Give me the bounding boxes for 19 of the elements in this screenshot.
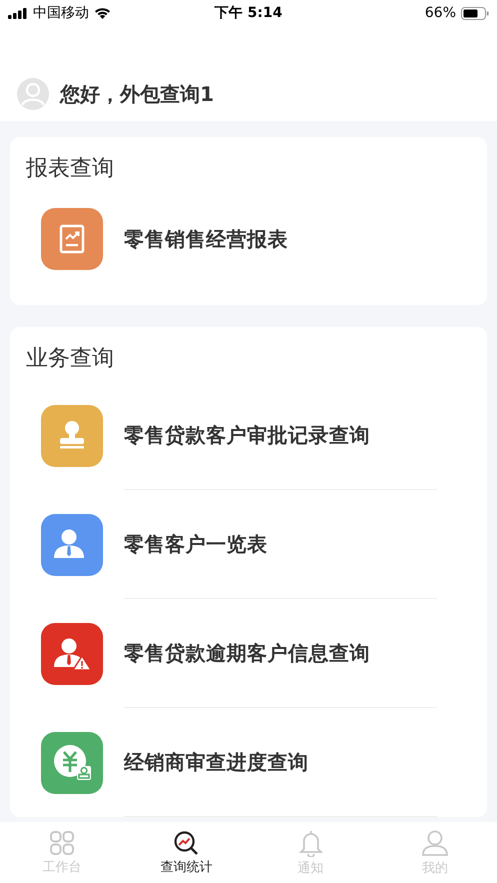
battery-percent: 66% [424, 5, 456, 21]
grid-icon [49, 830, 76, 856]
avatar-icon [16, 77, 50, 111]
bell-icon [298, 828, 324, 856]
section-title: 报表查询 [26, 155, 115, 183]
chart-search-icon [173, 830, 200, 856]
signal-icon [8, 8, 28, 18]
user-icon [420, 828, 449, 856]
menu-item[interactable]: 零售客户一览表 [26, 490, 471, 599]
menu-item[interactable]: 零售贷款逾期客户信息查询 [26, 599, 471, 708]
status-time: 下午 5:14 [214, 4, 282, 22]
battery-icon [461, 6, 489, 20]
menu-item[interactable]: 经销商审查进度查询 [26, 708, 471, 817]
carrier-name: 中国移动 [33, 4, 89, 22]
menu-item[interactable]: 零售贷款客户审批记录查询 [26, 381, 471, 490]
wifi-icon [94, 7, 111, 19]
menu-item[interactable]: 零售销售经营报表 [26, 191, 471, 287]
section-title: 业务查询 [26, 345, 115, 373]
greeting-text: 您好，外包查询1 [60, 81, 214, 108]
